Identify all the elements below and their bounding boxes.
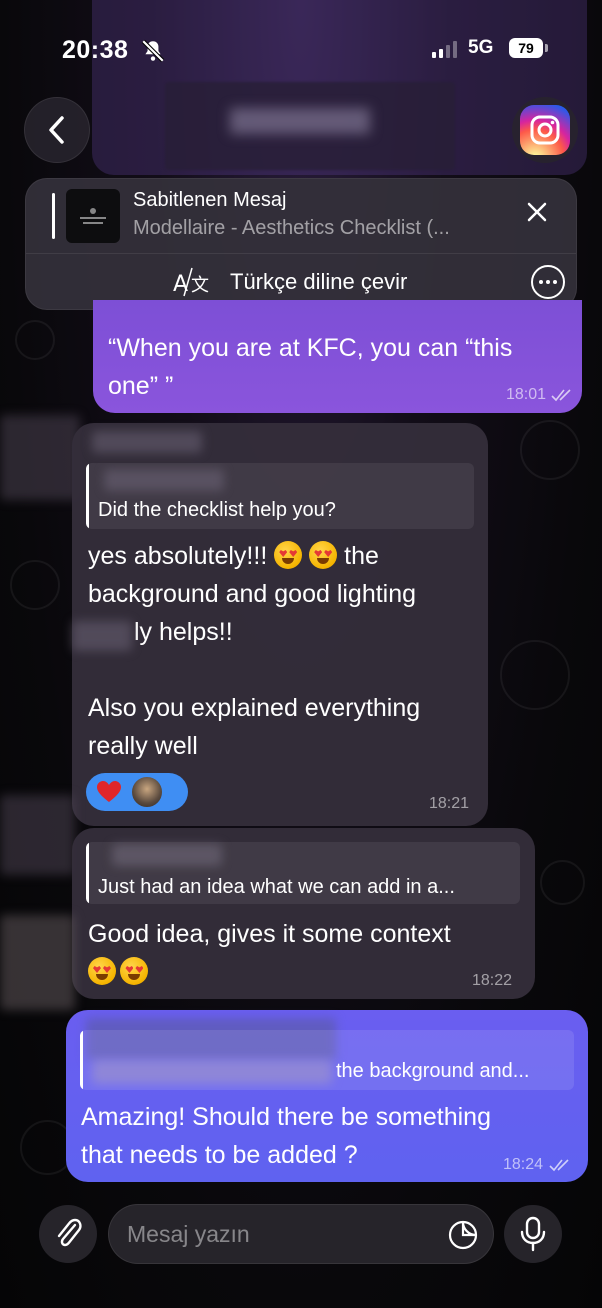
- reply-preview[interactable]: the background and...: [80, 1030, 574, 1090]
- redacted-reply-start: [92, 1060, 332, 1084]
- reply-preview[interactable]: Just had an idea what we can add in a...: [86, 842, 520, 904]
- reply-author-blurred: [104, 469, 224, 491]
- pinned-title: Sabitlenen Mesaj: [133, 189, 287, 211]
- translate-icon: A 文: [173, 267, 209, 297]
- reply-text: Just had an idea what we can add in a...: [98, 876, 455, 898]
- battery-icon: 79: [509, 38, 543, 58]
- message-text-line: Also you explained everything: [88, 694, 421, 722]
- message-text: one” ”: [108, 372, 174, 400]
- message-text: Good idea, gives it some context: [88, 920, 451, 948]
- message-text-line: background and good lighting: [88, 580, 417, 608]
- message-text-line: yes absolutely!!! the: [88, 541, 379, 570]
- svg-text:A: A: [173, 272, 188, 297]
- svg-text:文: 文: [191, 275, 209, 296]
- clock: 20:38: [62, 36, 129, 64]
- emoji-row: [88, 957, 149, 985]
- bell-off-icon: [141, 39, 165, 63]
- message-text-line: ly helps!!: [134, 618, 233, 646]
- pinned-thumbnail: [66, 189, 120, 243]
- translate-button-label[interactable]: Türkçe diline çevir: [230, 269, 407, 295]
- battery-tip: [545, 44, 548, 52]
- message-text: that needs to be added ?: [81, 1141, 358, 1169]
- incoming-message[interactable]: Did the checklist help you? yes absolute…: [72, 423, 488, 826]
- message-input[interactable]: Mesaj yazın: [108, 1204, 494, 1264]
- reply-bar: [86, 842, 89, 904]
- sender-avatar-blurred: [0, 915, 75, 1010]
- chat-screen: 20:38 5G 79 Sabitlenen Mesaj Modellaire …: [0, 0, 602, 1308]
- message-time: 18:24: [503, 1156, 544, 1173]
- sender-avatar-blurred: [0, 415, 80, 500]
- close-icon[interactable]: [522, 197, 552, 227]
- outgoing-message[interactable]: the background and... Amazing! Should th…: [66, 1010, 588, 1182]
- sticker-icon[interactable]: [447, 1219, 479, 1251]
- message-text: Amazing! Should there be something: [81, 1103, 491, 1131]
- pin-indicator-bar: [52, 193, 55, 239]
- incoming-message[interactable]: Just had an idea what we can add in a...…: [72, 828, 535, 999]
- heart-eyes-emoji-icon: [88, 957, 116, 985]
- heart-eyes-emoji-icon: [274, 541, 303, 569]
- wallpaper-doodle: [520, 420, 580, 480]
- reply-bar: [80, 1030, 83, 1090]
- instagram-icon: [520, 105, 570, 155]
- paperclip-icon: [57, 1218, 82, 1247]
- network-type: 5G: [468, 37, 494, 58]
- redacted-word: [72, 621, 132, 651]
- double-check-icon: [551, 389, 571, 402]
- message-text: “When you are at KFC, you can “this: [108, 334, 513, 362]
- message-input-placeholder: Mesaj yazın: [127, 1221, 250, 1247]
- contact-name-blur: [230, 108, 370, 134]
- instagram-button[interactable]: [512, 97, 578, 163]
- pinned-subtitle: Modellaire - Aesthetics Checklist (...: [133, 217, 450, 239]
- pinned-message-panel[interactable]: Sabitlenen Mesaj Modellaire - Aesthetics…: [25, 178, 577, 310]
- message-text-line: really well: [88, 732, 198, 760]
- reactions-pill[interactable]: [86, 773, 188, 811]
- microphone-button[interactable]: [504, 1205, 562, 1263]
- wallpaper-doodle: [15, 320, 55, 360]
- signal-icon: [432, 40, 457, 58]
- wallpaper-doodle: [540, 860, 585, 905]
- more-options-button[interactable]: [531, 265, 565, 299]
- wallpaper-doodle: [10, 560, 60, 610]
- status-bar: 20:38 5G 79: [0, 0, 602, 90]
- message-time: 18:22: [472, 972, 513, 989]
- message-time: 18:21: [429, 795, 470, 812]
- wallpaper-doodle: [500, 640, 570, 710]
- chevron-left-icon: [49, 116, 64, 144]
- heart-reaction-icon: [97, 781, 121, 802]
- reply-bar: [86, 463, 89, 529]
- reactor-avatar: [130, 775, 164, 809]
- sender-name-blurred: [92, 431, 202, 453]
- outgoing-message[interactable]: “When you are at KFC, you can “this one”…: [93, 300, 582, 413]
- microphone-icon: [520, 1216, 546, 1252]
- attach-button[interactable]: [39, 1205, 97, 1263]
- sender-avatar-blurred: [0, 795, 75, 875]
- divider: [26, 253, 576, 254]
- back-button[interactable]: [24, 97, 90, 163]
- heart-eyes-emoji-icon: [120, 957, 149, 985]
- reply-text: Did the checklist help you?: [98, 499, 336, 521]
- heart-eyes-emoji-icon: [309, 541, 338, 569]
- message-time: 18:01: [506, 386, 547, 403]
- reply-text: the background and...: [336, 1060, 530, 1082]
- double-check-icon: [549, 1159, 569, 1172]
- reply-preview[interactable]: Did the checklist help you?: [86, 463, 474, 529]
